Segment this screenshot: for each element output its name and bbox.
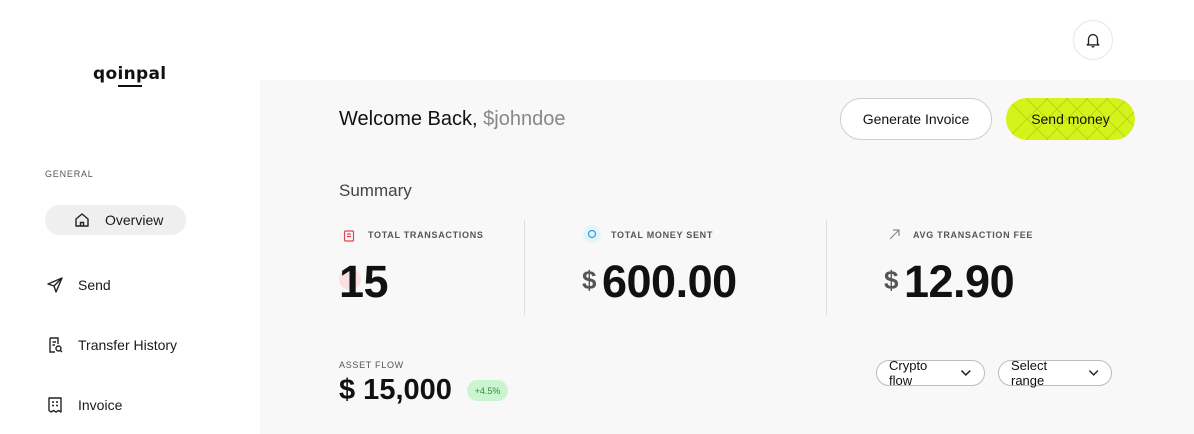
- stat-currency: $: [582, 265, 597, 295]
- notifications-button[interactable]: [1073, 20, 1113, 60]
- username: $johndoe: [483, 108, 566, 130]
- sidebar-item-overview[interactable]: Overview: [45, 205, 186, 235]
- stat-currency: $: [884, 265, 899, 295]
- sidebar-item-label: Invoice: [78, 397, 123, 413]
- sidebar-item-label: Overview: [105, 212, 164, 228]
- stat-label-avg-transaction-fee: AVG TRANSACTION FEE: [913, 230, 1034, 240]
- divider: [826, 220, 827, 315]
- sidebar-item-label: Send: [78, 277, 111, 293]
- arrow-up-right-icon: [889, 229, 900, 240]
- generate-invoice-button[interactable]: Generate Invoice: [840, 98, 992, 140]
- invoice-icon: [48, 397, 62, 413]
- asset-flow-label: ASSET FLOW: [339, 360, 404, 370]
- asset-flow-value: $ 15,000: [339, 374, 452, 406]
- range-select-label: Select range: [1011, 358, 1048, 388]
- stat-value-total-money-sent: 600.00: [602, 256, 737, 307]
- section-label-general: GENERAL: [45, 169, 94, 179]
- send-money-label: Send money: [1031, 111, 1110, 127]
- history-icon: [49, 337, 63, 353]
- stat-value-avg-transaction-fee: 12.90: [904, 256, 1015, 307]
- change-badge: +4.5%: [467, 380, 508, 401]
- bell-icon: [1086, 33, 1100, 48]
- sidebar-item-label: Transfer History: [78, 337, 178, 353]
- receipt-icon: [343, 230, 355, 242]
- send-money-button[interactable]: Send money: [1006, 98, 1135, 140]
- app-logo[interactable]: qoinpal: [93, 64, 166, 84]
- summary-title: Summary: [339, 181, 412, 200]
- chevron-down-icon: [1088, 370, 1099, 376]
- stat-label-total-money-sent: TOTAL MONEY SENT: [611, 230, 714, 240]
- home-icon: [75, 213, 89, 227]
- crypto-flow-select[interactable]: Crypto flow: [876, 358, 985, 388]
- send-icon: [47, 277, 63, 293]
- welcome-text: Welcome Back,: [339, 108, 478, 130]
- divider: [524, 220, 525, 315]
- generate-invoice-label: Generate Invoice: [862, 111, 970, 127]
- sidebar-item-invoice[interactable]: Invoice: [45, 390, 122, 420]
- range-select[interactable]: Select range: [998, 358, 1112, 388]
- top-bar: [260, 0, 1194, 80]
- sidebar: qoinpal GENERAL Overview Send Transfer H…: [0, 0, 260, 434]
- sidebar-item-transfer-history[interactable]: Transfer History: [45, 330, 177, 360]
- stat-label-total-transactions: TOTAL TRANSACTIONS: [368, 230, 484, 240]
- sidebar-item-send[interactable]: Send: [45, 270, 111, 300]
- crypto-flow-label: Crypto flow: [889, 358, 928, 388]
- logo-underline: [118, 85, 142, 87]
- stat-value-total-transactions: 15: [339, 256, 389, 307]
- circle-icon: [587, 229, 597, 239]
- welcome-heading: Welcome Back, $johndoe: [339, 108, 565, 131]
- chevron-down-icon: [961, 370, 972, 376]
